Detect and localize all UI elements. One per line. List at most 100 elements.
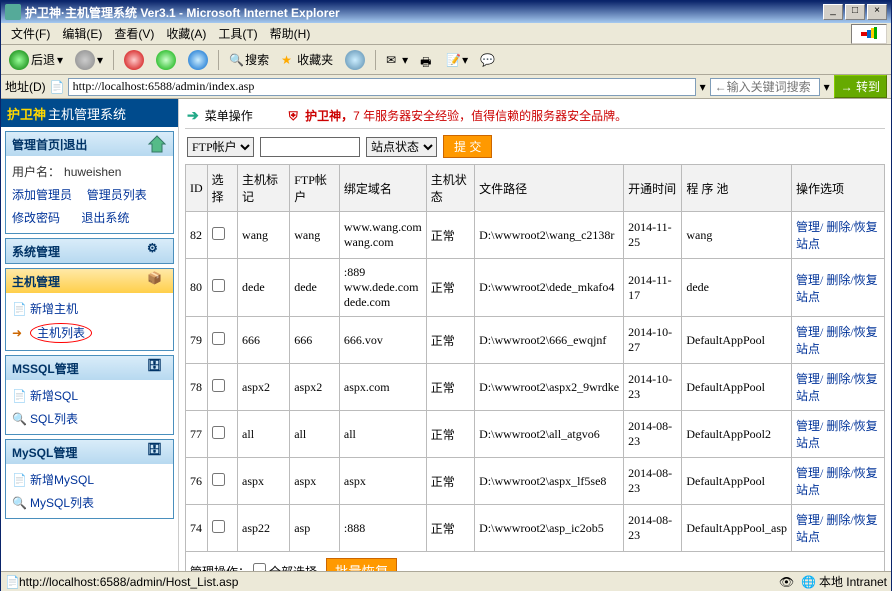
home-icon [188, 50, 208, 70]
select-all-checkbox[interactable] [253, 563, 266, 571]
th-status: 主机状态 [426, 165, 474, 212]
cell-path: D:\wwwroot2\dede_mkafo4 [475, 259, 624, 317]
url-input[interactable] [68, 78, 696, 96]
search-dropdown-icon[interactable]: ▾ [824, 80, 830, 94]
discuss-button[interactable]: 💬 [476, 51, 498, 69]
page-icon: 📄 [50, 80, 64, 94]
maximize-button[interactable]: □ [845, 4, 865, 20]
menu-edit[interactable]: 编辑(E) [56, 23, 108, 44]
new-mysql-icon: 📄 [12, 473, 26, 487]
cell-ftp: 666 [290, 317, 340, 364]
menu-tools[interactable]: 工具(T) [212, 23, 263, 44]
th-id: ID [186, 165, 208, 212]
cell-ops[interactable]: 管理/ 删除/恢复站点 [792, 317, 885, 364]
mysql-panel-head[interactable]: MySQL管理🗄 [6, 440, 173, 464]
submit-button[interactable]: 提 交 [443, 135, 492, 158]
edit-icon: 📝 [446, 53, 460, 67]
cell-ops[interactable]: 管理/ 删除/恢复站点 [792, 505, 885, 552]
cell-id: 77 [186, 411, 208, 458]
new-host-link[interactable]: 新增主机 [30, 300, 78, 317]
print-button[interactable]: 🖶 [416, 51, 438, 69]
row-checkbox[interactable] [212, 332, 225, 345]
host-panel-head[interactable]: 主机管理📦 [6, 269, 173, 293]
brand-white: 主机管理系统 [48, 104, 126, 123]
history-button[interactable] [341, 48, 369, 72]
batch-restore-button[interactable]: 批量恢复 [326, 558, 397, 571]
cell-pool: DefaultAppPool_asp [682, 505, 792, 552]
cell-status: 正常 [426, 259, 474, 317]
menu-favorites[interactable]: 收藏(A) [160, 23, 212, 44]
cell-ftp: asp [290, 505, 340, 552]
status-url: http://localhost:6588/admin/Host_List.as… [19, 575, 238, 589]
cell-id: 74 [186, 505, 208, 552]
menu-help[interactable]: 帮助(H) [264, 23, 317, 44]
cell-path: D:\wwwroot2\wang_c2138r [475, 212, 624, 259]
cell-ops[interactable]: 管理/ 删除/恢复站点 [792, 411, 885, 458]
url-dropdown-icon[interactable]: ▾ [700, 80, 706, 94]
cell-tag: asp22 [238, 505, 290, 552]
home-button[interactable] [184, 48, 212, 72]
nav-panel-head: 管理首页 | 退出 [6, 132, 173, 156]
banner-text: ⛨ 护卫神，7 年服务器安全经验，值得信赖的服务器安全品牌。 [289, 107, 627, 124]
sql-list-link[interactable]: SQL列表 [30, 410, 78, 427]
cell-open: 2014-10-23 [624, 364, 682, 411]
search-button[interactable]: 🔍搜索 [225, 49, 273, 70]
row-checkbox[interactable] [212, 379, 225, 392]
mysql-list-link[interactable]: MySQL列表 [30, 494, 94, 511]
cell-open: 2014-08-23 [624, 505, 682, 552]
go-button[interactable]: → 转到 [834, 75, 887, 98]
table-row: 79666666666.vov正常D:\wwwroot2\666_ewqjnf2… [186, 317, 885, 364]
logout-system-link[interactable]: 退出系统 [81, 209, 129, 226]
change-password-link[interactable]: 修改密码 [12, 209, 60, 226]
status-select[interactable]: 站点状态 [366, 137, 437, 157]
forward-button[interactable]: ▾ [71, 48, 107, 72]
stop-button[interactable] [120, 48, 148, 72]
cell-ops[interactable]: 管理/ 删除/恢复站点 [792, 259, 885, 317]
account-select[interactable]: FTP帐户 [187, 137, 254, 157]
cell-open: 2014-08-23 [624, 411, 682, 458]
row-checkbox[interactable] [212, 227, 225, 240]
mail-button[interactable]: ✉▾ [382, 51, 412, 69]
cell-ops[interactable]: 管理/ 删除/恢复站点 [792, 458, 885, 505]
refresh-icon [156, 50, 176, 70]
back-button[interactable]: 后退 ▾ [5, 48, 67, 72]
table-row: 76aspxaspxaspx正常D:\wwwroot2\aspx_lf5se82… [186, 458, 885, 505]
batch-label: 管理操作： [190, 565, 250, 571]
crumb-arrow-icon: ➔ [187, 107, 199, 124]
cell-domain: :889www.dede.comdede.com [339, 259, 426, 317]
cell-status: 正常 [426, 458, 474, 505]
table-row: 82wangwangwww.wang.comwang.com正常D:\wwwro… [186, 212, 885, 259]
menu-view[interactable]: 查看(V) [108, 23, 160, 44]
cell-ftp: wang [290, 212, 340, 259]
edit-button[interactable]: 📝▾ [442, 51, 472, 69]
cell-tag: dede [238, 259, 290, 317]
keyword-search-input[interactable] [710, 78, 820, 96]
menu-file[interactable]: 文件(F) [5, 23, 56, 44]
cell-ops[interactable]: 管理/ 删除/恢复站点 [792, 212, 885, 259]
account-input[interactable] [260, 137, 360, 157]
sidebar: 护卫神 主机管理系统 管理首页 | 退出 用户名：huweishen 添加管理员… [1, 99, 179, 571]
new-mysql-link[interactable]: 新增MySQL [30, 471, 94, 488]
th-ftp: FTP帐户 [290, 165, 340, 212]
refresh-button[interactable] [152, 48, 180, 72]
system-panel-head[interactable]: 系统管理⚙ [6, 239, 173, 263]
nav-logout-link[interactable]: 退出 [63, 136, 87, 153]
close-button[interactable]: × [867, 4, 887, 20]
menubar: 文件(F) 编辑(E) 查看(V) 收藏(A) 工具(T) 帮助(H) [1, 23, 891, 45]
row-checkbox[interactable] [212, 426, 225, 439]
row-checkbox[interactable] [212, 473, 225, 486]
row-checkbox[interactable] [212, 520, 225, 533]
new-host-icon: 📄 [12, 302, 26, 316]
favorites-button[interactable]: ★收藏夹 [277, 49, 337, 70]
cell-ftp: aspx [290, 458, 340, 505]
add-admin-link[interactable]: 添加管理员 [12, 186, 72, 203]
new-sql-link[interactable]: 新增SQL [30, 387, 78, 404]
minimize-button[interactable]: _ [823, 4, 843, 20]
nav-home-link[interactable]: 管理首页 [12, 136, 60, 153]
host-list-link[interactable]: 主机列表 [30, 323, 92, 343]
cell-ops[interactable]: 管理/ 删除/恢复站点 [792, 364, 885, 411]
row-checkbox[interactable] [212, 279, 225, 292]
cell-open: 2014-11-25 [624, 212, 682, 259]
mssql-panel-head[interactable]: MSSQL管理🗄 [6, 356, 173, 380]
admin-list-link[interactable]: 管理员列表 [87, 186, 147, 203]
